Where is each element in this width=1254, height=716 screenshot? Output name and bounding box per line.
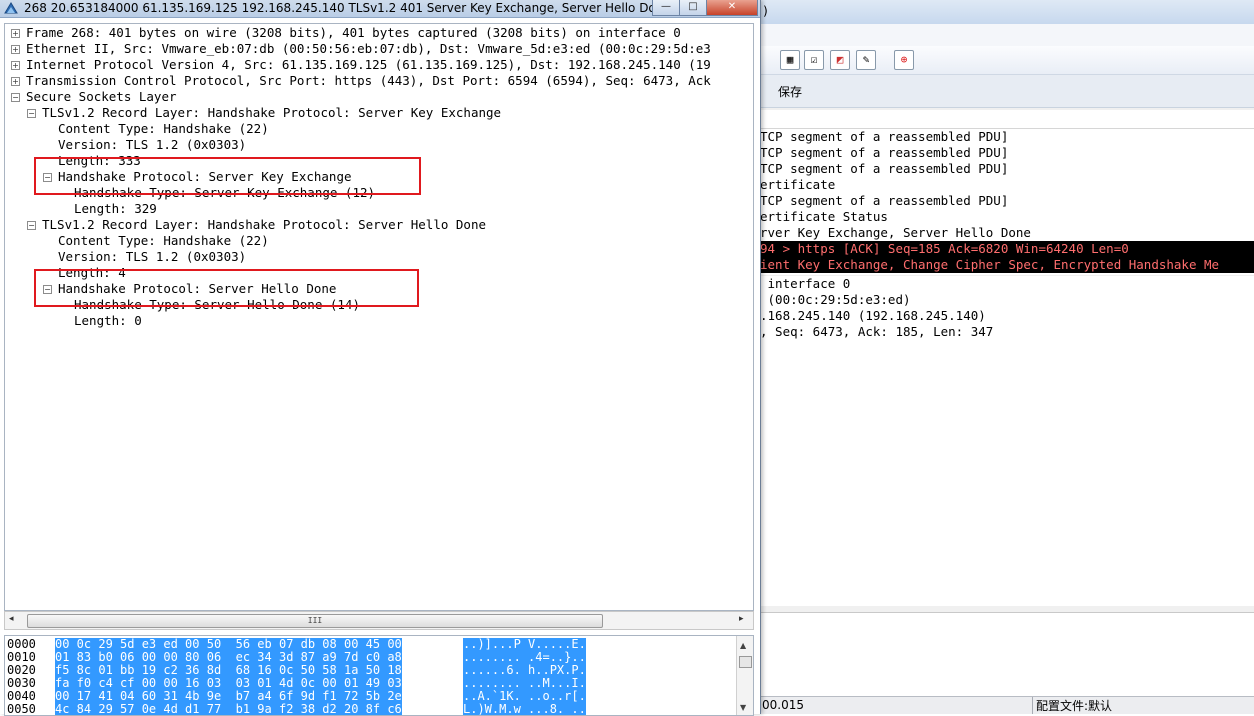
tree-node-label: Content Type: Handshake (22) [58,121,269,136]
preferences-icon[interactable]: ✎ [856,50,876,70]
collapse-icon[interactable]: − [11,93,20,102]
packet-row[interactable]: TCP segment of a reassembled PDU] [760,193,1254,209]
background-detail-row[interactable]: interface 0 [760,276,1254,292]
coloring-rules-icon[interactable]: ◩ [830,50,850,70]
main-window-titlebar: ) [760,0,1254,25]
tree-node-label: Length: 329 [74,201,157,216]
status-bar: 00.015 配置文件:默认 [760,696,1254,714]
packet-row-info: TCP segment of a reassembled PDU] [760,129,1009,144]
background-detail-row[interactable]: , Seq: 6473, Ack: 185, Len: 347 [760,324,1254,340]
packet-row[interactable]: TCP segment of a reassembled PDU] [760,145,1254,161]
wireshark-fin-icon [4,2,18,14]
window-titlebar[interactable]: 268 20.653184000 61.135.169.125 192.168.… [0,0,760,18]
packet-row[interactable]: TCP segment of a reassembled PDU] [760,161,1254,177]
packet-row[interactable]: rver Key Exchange, Server Hello Done [760,225,1254,241]
scroll-left-icon[interactable]: ◂ [9,614,14,624]
packet-row-info: TCP segment of a reassembled PDU] [760,161,1009,176]
packet-bytes-pane[interactable]: ▲ ▼ 0000 00 0c 29 5d e3 ed 00 50 56 eb 07… [4,635,754,716]
bytes-pane-background[interactable] [760,612,1254,697]
highlight-server-key-exchange [34,157,421,195]
scrollbar-thumb[interactable]: III [27,614,603,628]
scrollbar-grip-icon: III [307,616,323,625]
tree-node-label: TLSv1.2 Record Layer: Handshake Protocol… [42,217,487,232]
packet-row[interactable]: TCP segment of a reassembled PDU] [760,129,1254,145]
background-detail-row[interactable]: .168.245.140 (192.168.245.140) [760,308,1254,324]
horizontal-scrollbar[interactable]: ◂ III ▸ [4,611,754,630]
packet-row-info: TCP segment of a reassembled PDU] [760,193,1009,208]
collapse-icon[interactable]: − [27,109,36,118]
help-icon[interactable]: ⊕ [894,50,914,70]
main-window-title-fragment: ) [762,4,770,18]
packet-row[interactable]: 94 > https [ACK] Seq=185 Ack=6820 Win=64… [760,241,1254,257]
colorize-icon[interactable]: ▦ [780,50,800,70]
status-time: 00.015 [762,698,804,712]
status-profile[interactable]: 配置文件:默认 [1032,697,1112,714]
main-toolbar: ▦ ☑ ◩ ✎ ⊕ [760,46,1254,75]
tree-node-label: Frame 268: 401 bytes on wire (3208 bits)… [26,25,681,40]
packet-window: 268 20.653184000 61.135.169.125 192.168.… [0,0,761,716]
bytes-scrollbar-thumb[interactable] [739,656,752,668]
background-detail-row[interactable]: (00:0c:29:5d:e3:ed) [760,292,1254,308]
packet-row-info: rver Key Exchange, Server Hello Done [760,225,1031,240]
expand-icon[interactable]: + [11,77,20,86]
main-window-background: ) ▦ ☑ ◩ ✎ ⊕ 保存 o TCP segment of a reasse… [760,0,1254,714]
packet-row-info: 94 > https [ACK] Seq=185 Ack=6820 Win=64… [760,241,1129,256]
expand-icon[interactable]: + [11,45,20,54]
maximize-button[interactable]: □ [679,0,707,16]
highlight-server-hello-done [34,269,419,307]
packet-row[interactable]: ertificate Status [760,209,1254,225]
tree-node-label: Secure Sockets Layer [26,89,177,104]
packet-list-header[interactable]: o [760,110,1254,141]
bytes-vertical-scrollbar[interactable]: ▲ ▼ [736,636,753,715]
tree-node-label: Internet Protocol Version 4, Src: 61.135… [26,57,711,72]
tree-node-label: Version: TLS 1.2 (0x0303) [58,137,247,152]
close-button[interactable]: ✕ [706,0,758,16]
minimize-button[interactable]: — [652,0,680,16]
filter-save-button[interactable]: 保存 [778,83,802,100]
packet-row[interactable]: ient Key Exchange, Change Cipher Spec, E… [760,257,1254,273]
byte-offset: 0050 [7,702,36,716]
expand-icon[interactable]: + [11,61,20,70]
expand-icon[interactable]: + [11,29,20,38]
packet-row-info: ertificate [760,177,836,192]
tree-node-label: TLSv1.2 Record Layer: Handshake Protocol… [42,105,502,120]
packet-detail-pane-background[interactable]: interface 0 (00:0c:29:5d:e3:ed) .168.245.… [760,276,1254,606]
tree-node-label: Content Type: Handshake (22) [58,233,269,248]
filter-toolbar: 保存 [760,75,1254,108]
tree-node-label: Transmission Control Protocol, Src Port:… [26,73,711,88]
packet-row[interactable]: ertificate [760,177,1254,193]
collapse-icon[interactable]: − [27,221,36,230]
scroll-right-icon[interactable]: ▸ [739,614,744,624]
packet-list[interactable]: TCP segment of a reassembled PDU] TCP seg… [760,129,1254,275]
byte-ascii[interactable]: L.)W.M.w ...8. .. [463,703,586,715]
packet-detail-tree[interactable]: + Frame 268: 401 bytes on wire (3208 bits… [4,23,754,611]
scroll-up-icon[interactable]: ▲ [740,638,746,654]
auto-scroll-icon[interactable]: ☑ [804,50,824,70]
window-title: 268 20.653184000 61.135.169.125 192.168.… [24,1,671,15]
tree-node-label: Version: TLS 1.2 (0x0303) [58,249,247,264]
main-menubar [760,24,1254,46]
packet-row-info: TCP segment of a reassembled PDU] [760,145,1009,160]
packet-row-info: ient Key Exchange, Change Cipher Spec, E… [760,257,1220,272]
tree-node-label: Ethernet II, Src: Vmware_eb:07:db (00:50… [26,41,711,56]
packet-row-info: ertificate Status [760,209,888,224]
tree-node-label: Length: 0 [74,313,142,328]
byte-hex[interactable]: 4c 84 29 57 0e 4d d1 77 b1 9a f2 38 d2 2… [55,703,402,715]
